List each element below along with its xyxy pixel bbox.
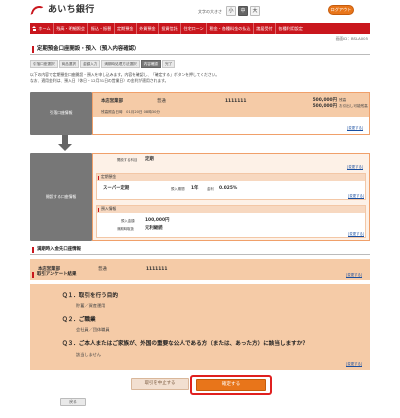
screen-id: 画面ID：BSLA005 xyxy=(335,36,368,41)
page-title-bar: 定期預金口座開設・預入（預入内容確認） xyxy=(30,45,370,55)
intro-text: 以下の内容で定期預金口座開設・預入を申し込みます。内容を確認し、「確定する」ボタ… xyxy=(30,72,370,83)
survey-question-1: Ｑ１．取引を行う目的 xyxy=(62,293,118,299)
withdraw-account-block: 引落口座情報 本店営業部 普通 1111111 500,000円 残高 500,… xyxy=(30,92,370,135)
withdraw-number: 1111111 xyxy=(225,99,247,104)
survey-answer-1: 貯蓄／資産運用 xyxy=(76,303,106,308)
survey-question-2: Ｑ２．ご職業 xyxy=(62,317,96,323)
term-label: 預入期間 xyxy=(171,187,185,191)
font-size-large-button[interactable]: 大 xyxy=(250,6,260,16)
home-icon xyxy=(32,26,37,31)
title-accent xyxy=(32,46,34,53)
maturity-label: 満期時取扱 xyxy=(117,227,134,231)
nav-item-transfer[interactable]: 振込・振替 xyxy=(88,23,115,34)
new-deposit-block: 開設する口座情報 開設する科目 定期 [変更する] 定期預金 スーパー定期 預入… xyxy=(30,153,370,241)
title-accent xyxy=(32,272,34,278)
font-size-medium-button[interactable]: 中 xyxy=(238,6,248,16)
step-select-account: 引落口座選択 xyxy=(30,60,58,68)
back-button[interactable]: 戻る xyxy=(60,398,86,406)
rate-value: 0.025% xyxy=(219,186,238,191)
progress-steps: 引落口座選択 商品選択 金額入力 満期時処理方法選択 内容確認 完了 xyxy=(30,60,176,68)
product-section: 定期預金 スーパー定期 預入期間 1年 金利 0.025% [変更する] xyxy=(96,173,366,200)
survey-title: 取引アンケート結果 xyxy=(37,272,77,277)
step-complete: 完了 xyxy=(162,60,176,68)
withdraw-available-label: お引出し可能残高 xyxy=(339,104,368,108)
maturity-value: 元利継続 xyxy=(145,226,163,231)
account-kind-edit-link[interactable]: [変更する] xyxy=(347,165,364,171)
survey-edit-link[interactable]: [変更する] xyxy=(346,362,363,368)
survey-title-bar: 取引アンケート結果 xyxy=(30,271,370,280)
account-kind-value: 定期 xyxy=(145,157,154,162)
deposit-info-section: 預入情報 預入金額 100,000円 満期時取扱 元利継続 [変更する] xyxy=(96,205,366,238)
cancel-transaction-button[interactable]: 取引を中止する xyxy=(131,378,189,390)
font-size-label: 文字の大きさ xyxy=(198,8,222,14)
nav-item-investment-trust[interactable]: 投資信託 xyxy=(159,23,182,34)
new-deposit-details: 開設する科目 定期 [変更する] 定期預金 スーパー定期 預入期間 1年 金利 … xyxy=(92,153,370,241)
font-size-switcher: 文字の大きさ 小 中 大 xyxy=(198,6,260,16)
nav-item-tax-payment[interactable]: 税金・各種料金の払込 xyxy=(207,23,254,34)
survey-results: Ｑ１．取引を行う目的 貯蓄／資産運用 Ｑ２．ご職業 会社員／団体職員 Ｑ３．ご本… xyxy=(30,284,370,370)
bank-logo[interactable]: あいち銀行 xyxy=(30,3,95,19)
term-value: 1年 xyxy=(191,186,199,191)
logout-button[interactable]: ログアウト xyxy=(328,5,354,15)
product-name: スーパー定期 xyxy=(103,186,130,191)
step-confirm: 内容確認 xyxy=(140,60,162,68)
transfer-section-title: 満期時入金先口座情報 xyxy=(37,247,81,252)
step-maturity-method: 満期時処理方法選択 xyxy=(101,60,140,68)
withdraw-type: 普通 xyxy=(157,99,166,104)
survey-question-3: Ｑ３．ご本人またはご家族が、外国の重要な公人である方（または、あった方）に該当し… xyxy=(62,341,308,347)
bank-logo-mark-icon xyxy=(30,3,46,19)
nav-item-home[interactable]: ホーム xyxy=(30,23,54,34)
withdraw-account-details: 本店営業部 普通 1111111 500,000円 残高 500,000円 お引… xyxy=(92,92,370,135)
amount-label: 預入金額 xyxy=(121,219,135,223)
account-kind-label: 開設する科目 xyxy=(117,158,138,162)
amount-value: 100,000円 xyxy=(145,218,170,223)
nav-item-notifications[interactable]: 諸届受付 xyxy=(254,23,277,34)
withdraw-balance: 500,000円 xyxy=(312,98,337,103)
main-nav: ホーム 残高・明細照会 振込・振替 定期預金 外貨預金 投資信託 住宅ローン 税… xyxy=(30,23,370,34)
nav-item-housing-loan[interactable]: 住宅ローン xyxy=(181,23,208,34)
header: あいち銀行 文字の大きさ 小 中 大 ログアウト xyxy=(0,0,400,22)
withdraw-balance-label: 残高 xyxy=(339,98,347,102)
deposit-info-title: 預入情報 xyxy=(97,206,365,213)
survey-answer-2: 会社員／団体職員 xyxy=(76,327,110,332)
withdraw-datetime: 残高照会日時 01月20日 08時30分 xyxy=(101,110,160,114)
nav-item-foreign-deposit[interactable]: 外貨預金 xyxy=(137,23,159,34)
nav-item-time-deposit[interactable]: 定期預金 xyxy=(115,23,137,34)
survey-answer-3: 該当しません xyxy=(76,352,101,357)
nav-item-balance[interactable]: 残高・明細照会 xyxy=(54,23,89,34)
withdraw-edit-link[interactable]: [変更する] xyxy=(347,126,364,132)
step-input-amount: 金額入力 xyxy=(79,60,101,68)
product-section-title: 定期預金 xyxy=(97,174,365,181)
confirm-button[interactable]: 確定する xyxy=(196,379,266,391)
page-title: 定期預金口座開設・預入（預入内容確認） xyxy=(37,46,140,52)
product-edit-link[interactable]: [変更する] xyxy=(348,194,365,200)
withdraw-branch: 本店営業部 xyxy=(101,99,123,104)
rate-label: 金利 xyxy=(207,187,214,191)
withdraw-account-label: 引落口座情報 xyxy=(30,92,92,135)
withdraw-available: 500,000円 xyxy=(312,104,337,109)
title-accent xyxy=(32,247,34,253)
page: あいち銀行 文字の大きさ 小 中 大 ログアウト ホーム 残高・明細照会 振込・… xyxy=(0,0,400,418)
nav-item-settings[interactable]: 各種利用設定 xyxy=(276,23,305,34)
new-deposit-label: 開設する口座情報 xyxy=(30,153,92,241)
deposit-info-edit-link[interactable]: [変更する] xyxy=(348,232,365,238)
font-size-small-button[interactable]: 小 xyxy=(226,6,236,16)
intro-line-2: なお、適用金利は、預入日（休日・12月31日の営業日）の金利が適用されます。 xyxy=(30,77,169,83)
arrow-down-icon xyxy=(58,135,72,153)
withdraw-account-row: 本店営業部 普通 1111111 500,000円 残高 500,000円 お引… xyxy=(93,93,369,117)
bank-name: あいち銀行 xyxy=(48,5,95,16)
step-select-product: 商品選択 xyxy=(58,60,79,68)
confirm-button-highlight: 確定する xyxy=(190,375,272,395)
transfer-section-title-bar: 満期時入金先口座情報 xyxy=(30,246,370,255)
